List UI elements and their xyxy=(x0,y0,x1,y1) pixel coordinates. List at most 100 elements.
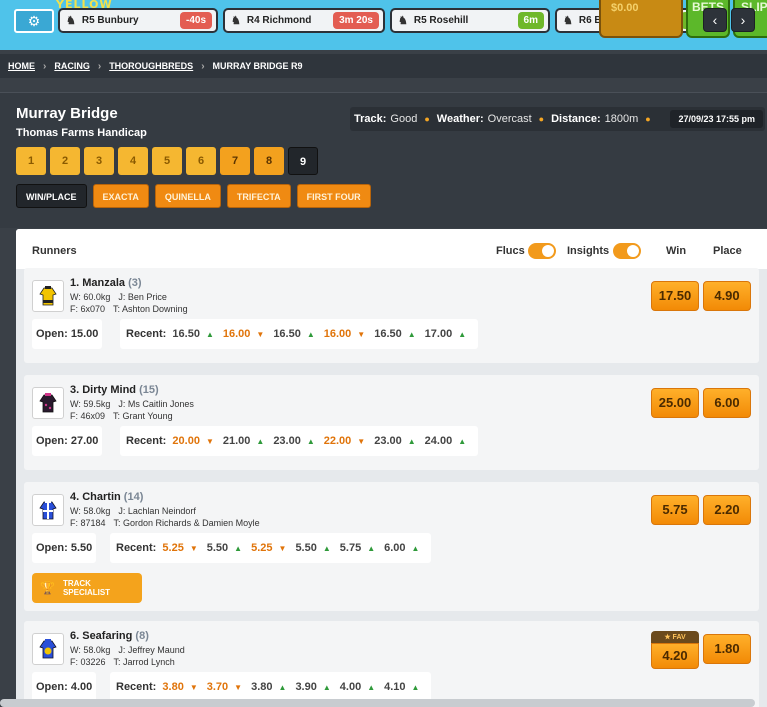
balance-button[interactable]: $0.00 xyxy=(599,0,683,38)
fluc-value: 16.50 xyxy=(172,328,200,340)
runner-jockey: J: Ben Price xyxy=(118,292,167,302)
race-number-2[interactable]: 2 xyxy=(50,147,80,175)
race-pill-countdown: -40s xyxy=(179,12,212,29)
runner-weight: W: 58.0kg xyxy=(70,645,111,655)
arrow-up-icon: ▲ xyxy=(322,683,331,692)
win-odds-button[interactable]: 25.00 xyxy=(651,388,699,418)
next-race-pill-1[interactable]: ♞ R5 Bunbury -40s xyxy=(58,8,218,33)
scroll-right-button[interactable]: › xyxy=(731,8,755,32)
tab-first-four[interactable]: FIRST FOUR xyxy=(296,184,371,208)
place-odds-button[interactable]: 6.00 xyxy=(703,388,751,418)
race-number-6[interactable]: 6 xyxy=(186,147,216,175)
win-odds-button[interactable]: 4.20 xyxy=(651,643,699,669)
runner-trainer: T: Jarrod Lynch xyxy=(113,657,175,667)
arrow-up-icon: ▲ xyxy=(407,437,416,446)
recent-label: Recent: xyxy=(116,542,157,554)
place-odds-button[interactable]: 2.20 xyxy=(703,495,751,525)
place-odds-button[interactable]: 4.90 xyxy=(703,281,751,311)
horse-icon: ♞ xyxy=(66,15,76,27)
page-title: Murray Bridge xyxy=(16,105,118,122)
jockey-silk xyxy=(32,387,64,419)
recent-flucs: Recent: 3.80 ▼ 3.70 ▼ 3.80 ▲ 3.90 ▲ 4.00 ▲ 4.10 ▲ xyxy=(110,672,432,702)
filter-menu-button[interactable]: ⚙ xyxy=(14,9,54,33)
fluc-value: 17.00 xyxy=(424,328,453,340)
arrow-up-icon: ▲ xyxy=(407,330,416,339)
race-number-5[interactable]: 5 xyxy=(152,147,182,175)
arrow-up-icon: ▲ xyxy=(411,544,420,553)
fluc-value: 3.80 xyxy=(251,681,273,693)
runner-jockey: J: Jeffrey Maund xyxy=(118,645,185,655)
runners-column-header: Runners xyxy=(32,245,77,257)
fluc-value: 6.00 xyxy=(384,542,406,554)
runner-trainer: T: Grant Young xyxy=(113,411,173,421)
fluc-value: 24.00 xyxy=(424,435,453,447)
chevron-right-icon: › xyxy=(43,60,47,72)
tab-quinella[interactable]: QUINELLA xyxy=(154,184,221,208)
runner-weight: W: 58.0kg xyxy=(70,506,111,516)
place-odds-button[interactable]: 1.80 xyxy=(703,634,751,664)
breadcrumb-thoroughbreds[interactable]: THOROUGHBREDS xyxy=(109,61,193,71)
tab-exacta[interactable]: EXACTA xyxy=(92,184,149,208)
scroll-left-button[interactable]: ‹ xyxy=(703,8,727,32)
runner-form: F: 03226 xyxy=(70,657,106,667)
arrow-up-icon: ▲ xyxy=(278,683,287,692)
recent-flucs: Recent: 16.50 ▲ 16.00 ▼ 16.50 ▲ 16.00 ▼ 16.50 ▲ 17… xyxy=(120,319,479,349)
arrow-up-icon: ▲ xyxy=(306,330,315,339)
runner-form-trainer: F: 6x070 T: Ashton Downing xyxy=(70,304,196,314)
arrow-up-icon: ▲ xyxy=(306,437,315,446)
win-odds-button[interactable]: 17.50 xyxy=(651,281,699,311)
tab-win-place[interactable]: WIN/PLACE xyxy=(16,184,87,208)
open-price: Open: 4.00 xyxy=(32,672,97,702)
runner-row-seafaring: 6. Seafaring (8) W: 58.0kg J: Jeffrey Mau… xyxy=(24,621,759,707)
arrow-down-icon: ▼ xyxy=(205,437,214,446)
arrow-down-icon: ▼ xyxy=(357,437,366,446)
win-odds-button[interactable]: 5.75 xyxy=(651,495,699,525)
race-info-bar: Track: Good ● Weather: Overcast ● Distan… xyxy=(350,107,765,131)
recent-flucs: Recent: 5.25 ▼ 5.50 ▲ 5.25 ▼ 5.50 ▲ 5.75 ▲ 6.00 ▲ xyxy=(110,533,432,563)
flucs-toggle[interactable] xyxy=(528,243,556,259)
arrow-up-icon: ▲ xyxy=(234,544,243,553)
race-pill-countdown: 3m 20s xyxy=(333,12,379,29)
breadcrumb-racing[interactable]: RACING xyxy=(54,61,90,71)
next-race-pill-3[interactable]: ♞ R5 Rosehill 6m xyxy=(390,8,550,33)
runner-row-dirty-mind: 3. Dirty Mind (15) W: 59.5kg J: Ms Caitli… xyxy=(24,375,759,470)
fluc-value: 16.50 xyxy=(273,328,301,340)
runner-name-text: 3. Dirty Mind xyxy=(70,384,137,396)
arrow-down-icon: ▼ xyxy=(278,544,287,553)
open-price: Open: 5.50 xyxy=(32,533,97,563)
separator-dot: ● xyxy=(538,114,545,124)
distance-value: 1800m xyxy=(604,113,639,125)
race-pill-name: R4 Richmond xyxy=(246,15,312,26)
runner-barrier: (15) xyxy=(139,384,159,396)
race-number-3[interactable]: 3 xyxy=(84,147,114,175)
tab-trifecta[interactable]: TRIFECTA xyxy=(226,184,291,208)
runner-trainer: T: Gordon Richards & Damien Moyle xyxy=(113,518,260,528)
runner-form-trainer: F: 46x09 T: Grant Young xyxy=(70,411,181,421)
fluc-value: 5.25 xyxy=(251,542,273,554)
recent-label: Recent: xyxy=(126,328,167,340)
runner-trainer: T: Ashton Downing xyxy=(113,304,188,314)
runner-barrier: (14) xyxy=(123,491,144,503)
fluc-value: 3.70 xyxy=(206,681,229,693)
race-number-9[interactable]: 9 xyxy=(288,147,318,175)
race-number-7[interactable]: 7 xyxy=(220,147,250,175)
arrow-up-icon: ▲ xyxy=(458,330,467,339)
recent-flucs: Recent: 20.00 ▼ 21.00 ▲ 23.00 ▲ 22.00 ▼ 23.00 ▲ 24… xyxy=(120,426,479,456)
runner-weight-jockey: W: 58.0kg J: Jeffrey Maund xyxy=(70,645,193,655)
arrow-up-icon: ▲ xyxy=(458,437,467,446)
next-race-pill-2[interactable]: ♞ R4 Richmond 3m 20s xyxy=(223,8,385,33)
insights-toggle[interactable] xyxy=(613,243,641,259)
runner-row-manzala: 1. Manzala (3) W: 60.0kg J: Ben Price F: … xyxy=(24,268,759,363)
horizontal-scrollbar[interactable] xyxy=(0,699,755,707)
breadcrumb-home[interactable]: HOME xyxy=(8,61,35,71)
runner-name-text: 6. Seafaring xyxy=(70,630,133,642)
race-number-4[interactable]: 4 xyxy=(118,147,148,175)
track-specialist-badge: 🏆 TRACK SPECIALIST xyxy=(32,573,142,603)
runner-name: 1. Manzala (3) xyxy=(70,277,142,289)
race-number-1[interactable]: 1 xyxy=(16,147,46,175)
separator-dot: ● xyxy=(645,114,651,124)
arrow-up-icon: ▲ xyxy=(256,437,265,446)
runner-name-text: 4. Chartin xyxy=(70,491,121,503)
race-number-8[interactable]: 8 xyxy=(254,147,284,175)
runner-name: 6. Seafaring (8) xyxy=(70,630,149,642)
